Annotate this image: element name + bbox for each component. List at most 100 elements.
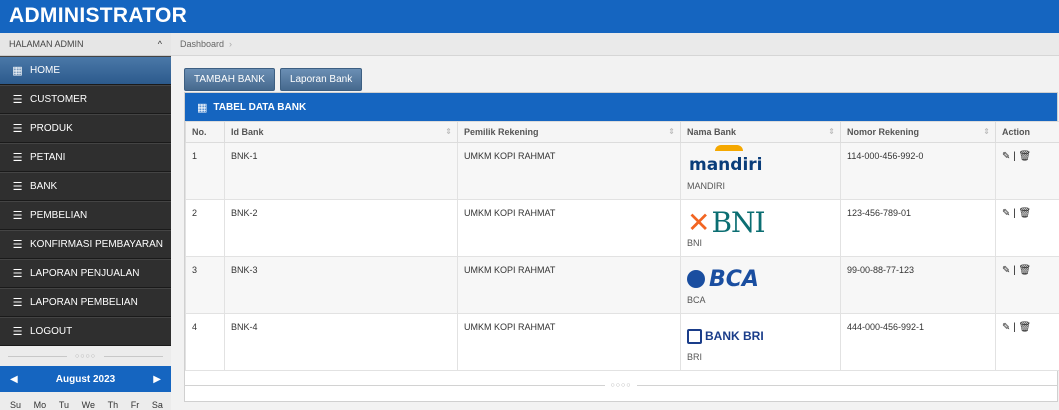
calendar-month: August 2023 bbox=[55, 373, 116, 385]
divider-line bbox=[637, 384, 1059, 386]
sidebar-item-produk[interactable]: ☰ PRODUK bbox=[0, 114, 171, 143]
mandiri-logo: mandiri bbox=[687, 145, 834, 179]
list-icon: ☰ bbox=[12, 326, 23, 338]
bank-name-text: MANDIRI bbox=[687, 181, 725, 191]
column-label: Nama Bank bbox=[687, 127, 737, 137]
sidebar-item-laporan-pembelian[interactable]: ☰ LAPORAN PEMBELIAN bbox=[0, 288, 171, 317]
sidebar-item-petani[interactable]: ☰ PETANI bbox=[0, 143, 171, 172]
column-header-owner[interactable]: Pemilik Rekening ⇕ bbox=[457, 121, 681, 143]
top-bar: ADMINISTRATOR bbox=[0, 0, 1059, 33]
sidebar-item-bank[interactable]: ☰ BANK bbox=[0, 172, 171, 201]
edit-icon[interactable]: ✎ bbox=[1002, 151, 1010, 162]
sidebar-item-konfirmasi-pembayaran[interactable]: ☰ KONFIRMASI PEMBAYARAN bbox=[0, 230, 171, 259]
trash-icon[interactable]: 🗑 bbox=[1019, 208, 1032, 219]
cell-no: 2 bbox=[185, 199, 225, 257]
weekday-label: Sa bbox=[151, 400, 163, 410]
chevron-left-icon[interactable]: ◀ bbox=[10, 374, 18, 385]
trash-icon[interactable]: 🗑 bbox=[1019, 265, 1032, 276]
bank-report-button[interactable]: Laporan Bank bbox=[279, 68, 363, 91]
sidebar-section-header[interactable]: HALAMAN ADMIN ^ bbox=[0, 33, 171, 56]
divider-line bbox=[184, 384, 605, 386]
cell-id-bank: BNK-1 bbox=[224, 142, 458, 200]
edit-icon[interactable]: ✎ bbox=[1002, 208, 1010, 219]
trash-icon[interactable]: 🗑 bbox=[1019, 322, 1032, 333]
column-header-no[interactable]: No. bbox=[185, 121, 225, 143]
cell-action: ✎ | 🗑 bbox=[995, 256, 1059, 314]
divider-dots-icon: ○○○○ bbox=[75, 352, 96, 360]
divider-line bbox=[103, 355, 164, 357]
sidebar-item-label: PEMBELIAN bbox=[30, 210, 88, 221]
weekday-label: Fr bbox=[130, 400, 140, 410]
sidebar-item-label: HOME bbox=[30, 65, 60, 76]
edit-icon[interactable]: ✎ bbox=[1002, 322, 1010, 333]
bank-table: No. Id Bank ⇕ Pemilik Rekening ⇕ Nama Bank… bbox=[185, 121, 1059, 371]
sidebar-item-logout[interactable]: ☰ LOGOUT bbox=[0, 317, 171, 346]
bank-name-text: BRI bbox=[687, 352, 703, 362]
bank-table-panel: ▦ TABEL DATA BANK No. Id Bank ⇕ Pemilik R… bbox=[184, 92, 1059, 402]
breadcrumb: Dashboard › bbox=[171, 33, 1059, 56]
list-icon: ☰ bbox=[12, 239, 23, 251]
bni-mark-icon: ✕ bbox=[687, 205, 710, 239]
main-content: Dashboard › TAMBAH BANK Laporan Bank ▦ T… bbox=[171, 33, 1059, 410]
table-row: 3 BNK-3 UMKM KOPI RAHMAT BCA BCA 99-00-8… bbox=[185, 256, 1059, 314]
chevron-up-icon[interactable]: ^ bbox=[158, 39, 162, 49]
cell-account-number: 444-000-456-992-1 bbox=[840, 313, 996, 371]
chevron-right-icon[interactable]: ▶ bbox=[153, 374, 161, 385]
list-icon: ☰ bbox=[12, 268, 23, 280]
column-header-account-number[interactable]: Nomor Rekening ⇕ bbox=[840, 121, 996, 143]
column-label: Action bbox=[1002, 127, 1030, 137]
divider-dots-icon: ○○○○ bbox=[610, 381, 632, 389]
edit-icon[interactable]: ✎ bbox=[1002, 265, 1010, 276]
mandiri-wave-icon bbox=[715, 145, 743, 151]
cell-action: ✎ | 🗑 bbox=[995, 142, 1059, 200]
list-icon: ☰ bbox=[12, 94, 23, 106]
sidebar: HALAMAN ADMIN ^ ▦ HOME ☰ CUSTOMER ☰ PROD… bbox=[0, 33, 171, 410]
sidebar-item-pembelian[interactable]: ☰ PEMBELIAN bbox=[0, 201, 171, 230]
cell-owner: UMKM KOPI RAHMAT bbox=[457, 199, 681, 257]
sidebar-item-laporan-penjualan[interactable]: ☰ LAPORAN PENJUALAN bbox=[0, 259, 171, 288]
table-row: 1 BNK-1 UMKM KOPI RAHMAT mandiri MANDIRI… bbox=[185, 142, 1059, 200]
column-label: Pemilik Rekening bbox=[464, 127, 539, 137]
list-icon: ☰ bbox=[12, 297, 23, 309]
cell-bank-name: BANK BRI BRI bbox=[680, 313, 841, 371]
table-row: 4 BNK-4 UMKM KOPI RAHMAT BANK BRI BRI 44… bbox=[185, 313, 1059, 371]
sidebar-item-home[interactable]: ▦ HOME bbox=[0, 56, 171, 85]
list-icon: ☰ bbox=[12, 152, 23, 164]
cell-owner: UMKM KOPI RAHMAT bbox=[457, 142, 681, 200]
chevron-right-icon: › bbox=[229, 39, 233, 49]
content-divider: ○○○○ bbox=[184, 377, 1059, 393]
weekday-label: Th bbox=[107, 400, 119, 410]
column-header-id-bank[interactable]: Id Bank ⇕ bbox=[224, 121, 458, 143]
logo-text: mandiri bbox=[689, 155, 763, 175]
sidebar-item-label: PETANI bbox=[30, 152, 66, 163]
cell-account-number: 99-00-88-77-123 bbox=[840, 256, 996, 314]
bni-logo: ✕ BNI bbox=[687, 205, 834, 239]
cell-owner: UMKM KOPI RAHMAT bbox=[457, 256, 681, 314]
sidebar-item-label: BANK bbox=[30, 181, 58, 192]
sidebar-item-customer[interactable]: ☰ CUSTOMER bbox=[0, 85, 171, 114]
bank-name-text: BNI bbox=[687, 238, 703, 248]
divider-line bbox=[8, 355, 68, 357]
sort-icon: ⇕ bbox=[445, 127, 452, 136]
cell-bank-name: ✕ BNI BNI bbox=[680, 199, 841, 257]
bank-name-text: BCA bbox=[687, 295, 706, 305]
trash-icon[interactable]: 🗑 bbox=[1019, 151, 1032, 162]
sort-icon: ⇕ bbox=[983, 127, 990, 136]
sidebar-divider: ○○○○ bbox=[0, 346, 171, 366]
panel-header: ▦ TABEL DATA BANK bbox=[185, 93, 1057, 121]
cell-owner: UMKM KOPI RAHMAT bbox=[457, 313, 681, 371]
column-header-bank-name[interactable]: Nama Bank ⇕ bbox=[680, 121, 841, 143]
column-header-action: Action bbox=[995, 121, 1059, 143]
add-bank-button[interactable]: TAMBAH BANK bbox=[184, 68, 275, 91]
weekday-label: Tu bbox=[58, 400, 69, 410]
list-icon: ☰ bbox=[12, 210, 23, 222]
sidebar-item-label: KONFIRMASI PEMBAYARAN bbox=[30, 239, 163, 250]
sort-icon: ⇕ bbox=[828, 127, 835, 136]
grid-icon: ▦ bbox=[12, 65, 23, 77]
panel-title: TABEL DATA BANK bbox=[213, 101, 307, 113]
sidebar-menu: ▦ HOME ☰ CUSTOMER ☰ PRODUK ☰ PETANI ☰ BA… bbox=[0, 56, 171, 346]
cell-no: 3 bbox=[185, 256, 225, 314]
sidebar-item-label: LAPORAN PENJUALAN bbox=[30, 268, 140, 279]
breadcrumb-item-dashboard[interactable]: Dashboard bbox=[180, 39, 224, 49]
logo-text: BCA bbox=[709, 266, 759, 292]
